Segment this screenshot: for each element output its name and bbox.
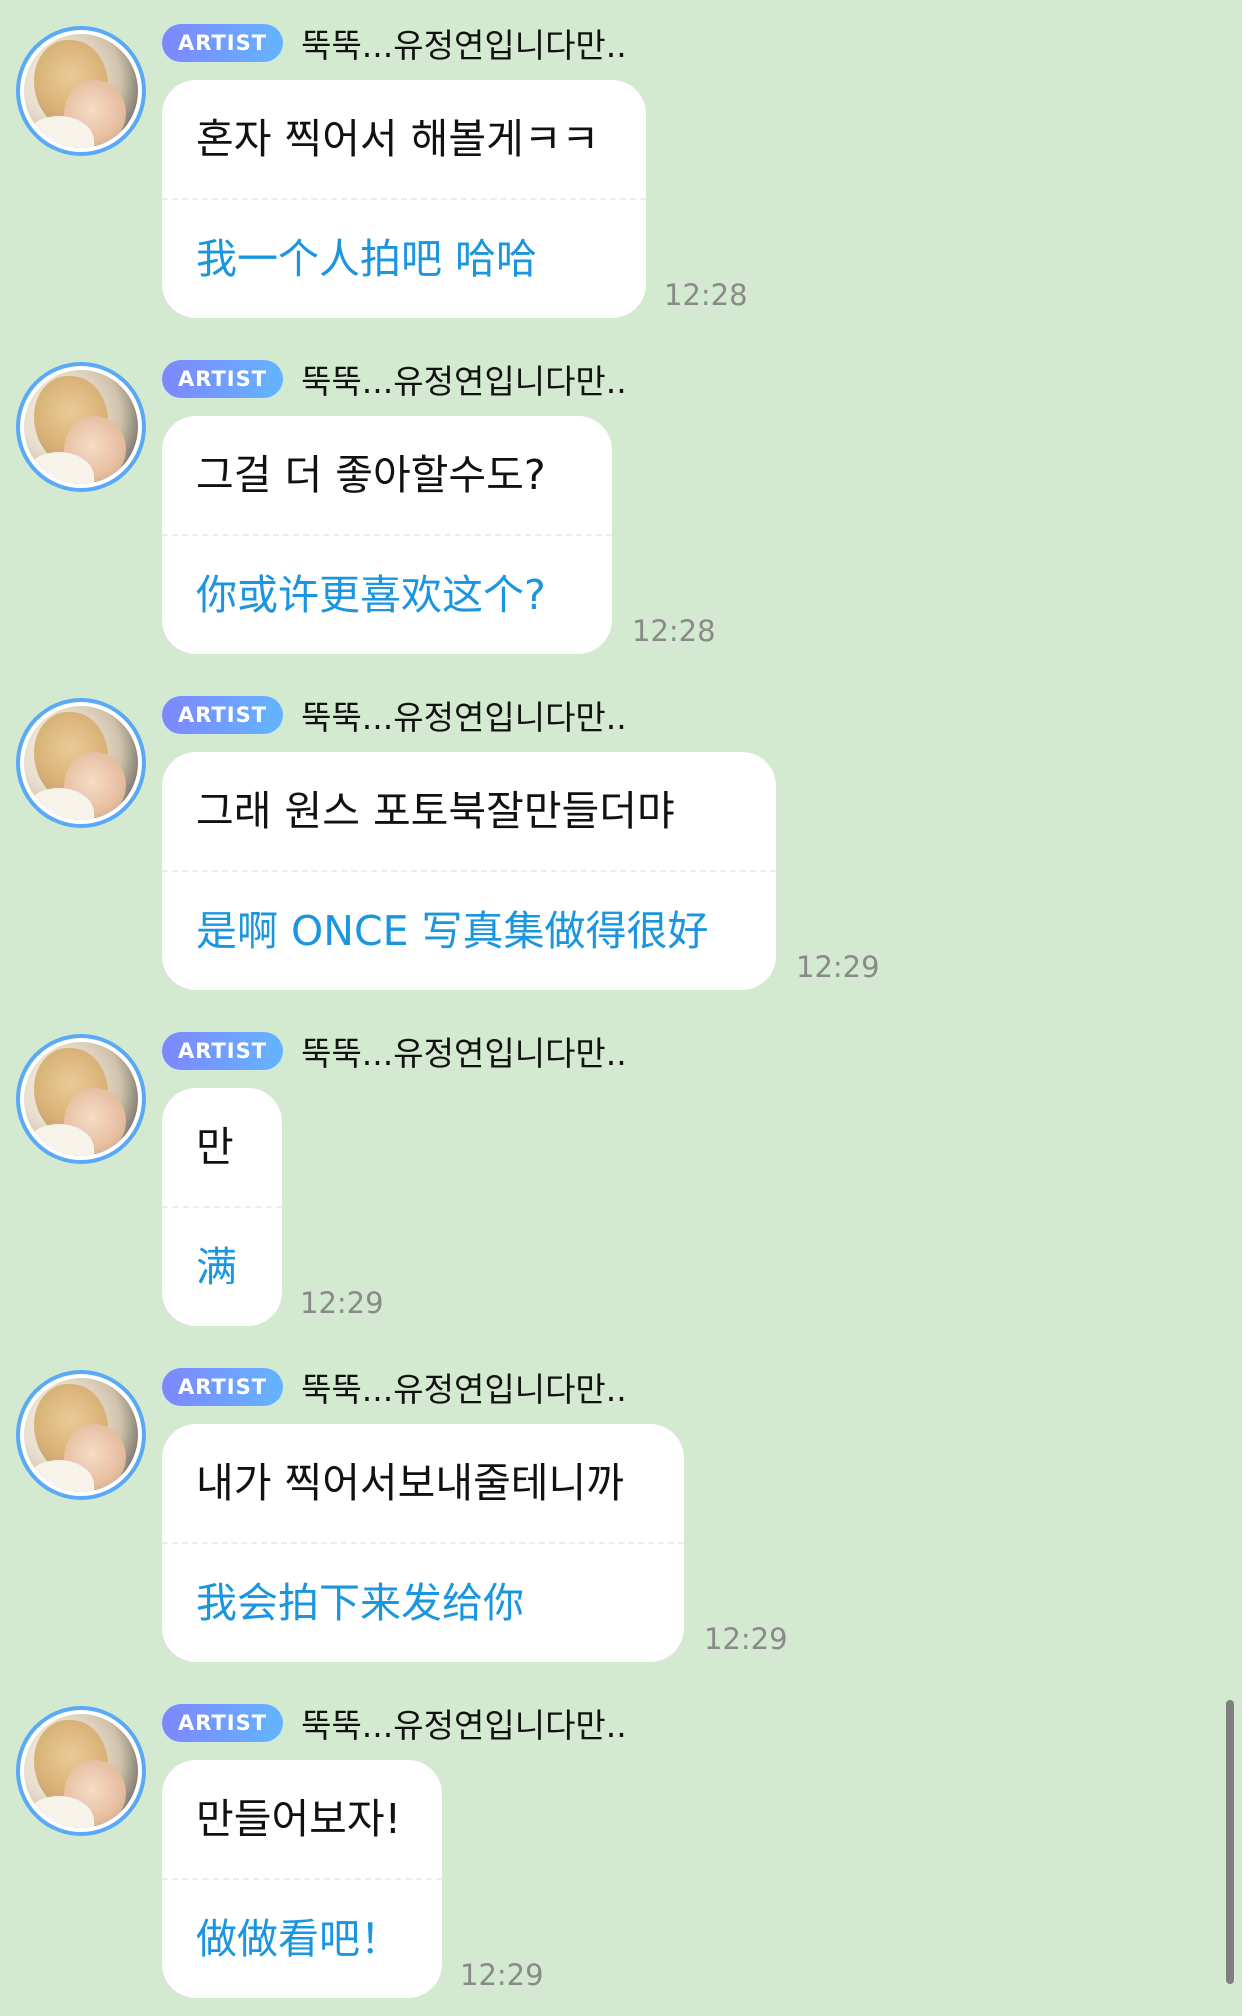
avatar[interactable]	[16, 1370, 146, 1500]
message-text-translation: 我一个人拍吧 哈哈	[196, 235, 538, 283]
message-text-korean: 내가 찍어서보내줄테니까	[196, 1459, 624, 1507]
sender-row: ARTIST 뚝뚝...유정연입니다만..	[162, 1702, 627, 1745]
message-text-translation: 你或许更喜欢这个?	[196, 571, 546, 619]
message-timestamp: 12:28	[632, 614, 716, 648]
message-bubble[interactable]: 그걸 더 좋아할수도? 你或许更喜欢这个?	[162, 416, 612, 654]
message-item: ARTIST 뚝뚝...유정연입니다만.. 그래 원스 포토북잘만들더먀 是啊 …	[0, 672, 1242, 1008]
avatar[interactable]	[16, 1706, 146, 1836]
message-text-korean: 그래 원스 포토북잘만들더먀	[196, 787, 675, 835]
sender-row: ARTIST 뚝뚝...유정연입니다만..	[162, 22, 627, 65]
message-timestamp: 12:29	[704, 1622, 788, 1656]
artist-badge: ARTIST	[162, 1704, 284, 1742]
artist-badge: ARTIST	[162, 24, 284, 62]
avatar[interactable]	[16, 26, 146, 156]
message-text-korean: 그걸 더 좋아할수도?	[196, 451, 546, 499]
message-item: ARTIST 뚝뚝...유정연입니다만.. 내가 찍어서보내줄테니까 我会拍下来…	[0, 1344, 1242, 1680]
sender-name: 뚝뚝...유정연입니다만..	[301, 362, 627, 401]
message-text-translation: 做做看吧！	[196, 1915, 401, 1963]
message-bubble[interactable]: 그래 원스 포토북잘만들더먀 是啊 ONCE 写真集做得很好	[162, 752, 776, 990]
artist-badge: ARTIST	[162, 1032, 284, 1070]
message-text-translation: 我会拍下来发给你	[196, 1579, 524, 1627]
message-item: ARTIST 뚝뚝...유정연입니다만.. 만 满 12:29	[0, 1008, 1242, 1344]
artist-badge: ARTIST	[162, 1368, 284, 1406]
avatar[interactable]	[16, 1034, 146, 1164]
avatar[interactable]	[16, 698, 146, 828]
sender-name: 뚝뚝...유정연입니다만..	[301, 26, 627, 65]
sender-name: 뚝뚝...유정연입니다만..	[301, 1706, 627, 1745]
sender-row: ARTIST 뚝뚝...유정연입니다만..	[162, 358, 627, 401]
message-text-korean: 만	[196, 1123, 234, 1171]
message-text-korean: 혼자 찍어서 해볼게ㅋㅋ	[196, 115, 600, 163]
sender-row: ARTIST 뚝뚝...유정연입니다만..	[162, 1366, 627, 1409]
message-text-korean: 만들어보자!	[196, 1795, 402, 1843]
message-bubble[interactable]: 혼자 찍어서 해볼게ㅋㅋ 我一个人拍吧 哈哈	[162, 80, 646, 318]
message-text-translation: 满	[196, 1243, 237, 1291]
message-timestamp: 12:28	[664, 278, 748, 312]
message-text-translation: 是啊 ONCE 写真集做得很好	[196, 907, 709, 955]
message-item: ARTIST 뚝뚝...유정연입니다만.. 혼자 찍어서 해볼게ㅋㅋ 我一个人拍…	[0, 0, 1242, 336]
avatar[interactable]	[16, 362, 146, 492]
message-bubble[interactable]: 만들어보자! 做做看吧！	[162, 1760, 442, 1998]
artist-badge: ARTIST	[162, 360, 284, 398]
message-bubble[interactable]: 내가 찍어서보내줄테니까 我会拍下来发给你	[162, 1424, 684, 1662]
message-bubble[interactable]: 만 满	[162, 1088, 282, 1326]
message-item: ARTIST 뚝뚝...유정연입니다만.. 그걸 더 좋아할수도? 你或许更喜欢…	[0, 336, 1242, 672]
sender-row: ARTIST 뚝뚝...유정연입니다만..	[162, 1030, 627, 1073]
message-item: ARTIST 뚝뚝...유정연입니다만.. 만들어보자! 做做看吧！ 12:29	[0, 1680, 1242, 2016]
sender-row: ARTIST 뚝뚝...유정연입니다만..	[162, 694, 627, 737]
message-timestamp: 12:29	[460, 1958, 544, 1992]
chat-message-list[interactable]: ARTIST 뚝뚝...유정연입니다만.. 혼자 찍어서 해볼게ㅋㅋ 我一个人拍…	[0, 0, 1242, 2015]
artist-badge: ARTIST	[162, 696, 284, 734]
sender-name: 뚝뚝...유정연입니다만..	[301, 698, 627, 737]
sender-name: 뚝뚝...유정연입니다만..	[301, 1370, 627, 1409]
sender-name: 뚝뚝...유정연입니다만..	[301, 1034, 627, 1073]
message-timestamp: 12:29	[300, 1286, 384, 1320]
scrollbar[interactable]	[1226, 1700, 1234, 1984]
message-timestamp: 12:29	[796, 950, 880, 984]
